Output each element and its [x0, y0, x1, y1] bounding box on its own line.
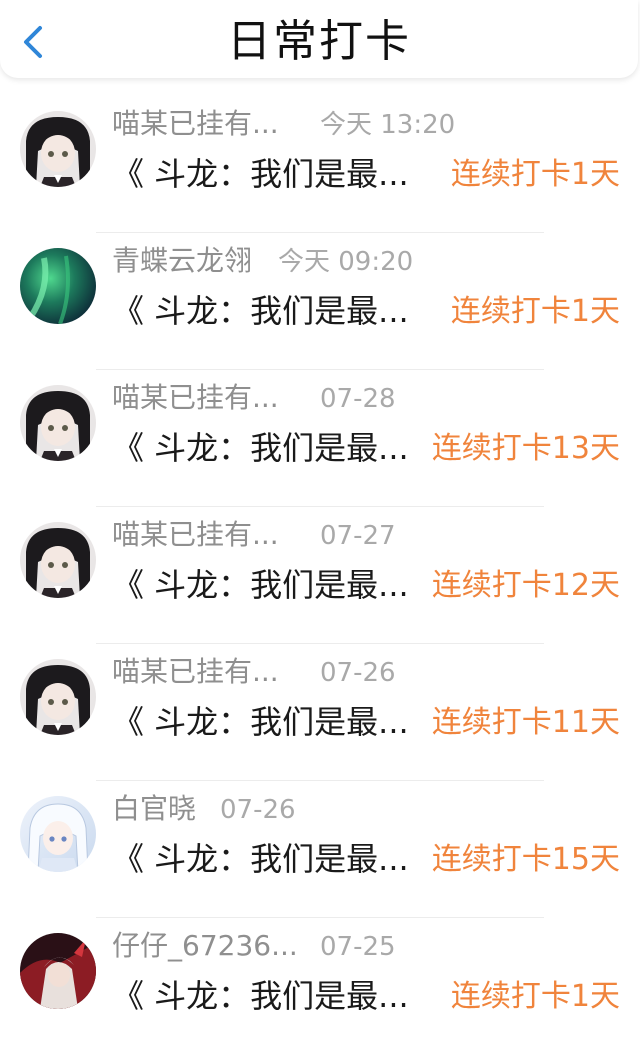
user-name: 喵某已挂有... — [112, 107, 279, 140]
list-item[interactable]: 喵某已挂有... 07-26 《 斗龙：我们是最... 连续打卡11天 — [0, 644, 640, 781]
page-title: 日常打卡 — [227, 16, 411, 67]
checkin-time: 07-28 — [320, 384, 396, 414]
dark-hair-girl-avatar — [20, 659, 96, 735]
book-title: 《 斗龙：我们是最... — [112, 703, 409, 741]
avatar[interactable] — [20, 111, 96, 187]
book-title: 《 斗龙：我们是最... — [112, 566, 409, 604]
user-name: 白官晓 — [112, 792, 197, 825]
dark-hair-girl-avatar — [20, 522, 96, 598]
avatar[interactable] — [20, 522, 96, 598]
list-item[interactable]: 青蝶云龙翎 今天 09:20 《 斗龙：我们是最... 连续打卡1天 — [0, 233, 640, 370]
list-item[interactable]: 仔仔_67236... 07-25 《 斗龙：我们是最... 连续打卡1天 — [0, 918, 640, 1055]
checkin-time: 07-26 — [320, 658, 396, 688]
user-name: 喵某已挂有... — [112, 518, 279, 551]
list-item[interactable]: 白官晓 07-26 《 斗龙：我们是最... 连续打卡15天 — [0, 781, 640, 918]
dark-hair-girl-avatar — [20, 111, 96, 187]
aurora-avatar — [20, 248, 96, 324]
checkin-list: 喵某已挂有... 今天 13:20 《 斗龙：我们是最... 连续打卡1天 青蝶… — [0, 96, 640, 1055]
streak-label: 连续打卡1天 — [450, 294, 620, 329]
streak-label: 连续打卡1天 — [450, 979, 620, 1014]
book-title: 《 斗龙：我们是最... — [112, 977, 409, 1015]
streak-label: 连续打卡11天 — [431, 705, 620, 740]
streak-label: 连续打卡12天 — [431, 568, 620, 603]
red-dark-character-avatar — [20, 933, 96, 1009]
user-name: 喵某已挂有... — [112, 655, 279, 688]
streak-label: 连续打卡1天 — [450, 157, 620, 192]
checkin-time: 今天 09:20 — [278, 247, 414, 277]
streak-label: 连续打卡13天 — [431, 431, 620, 466]
book-title: 《 斗龙：我们是最... — [112, 155, 409, 193]
avatar[interactable] — [20, 659, 96, 735]
top-bar: 日常打卡 — [0, 0, 638, 78]
user-name: 青蝶云龙翎 — [112, 244, 253, 277]
user-name: 仔仔_67236... — [112, 929, 298, 962]
list-item[interactable]: 喵某已挂有... 07-28 《 斗龙：我们是最... 连续打卡13天 — [0, 370, 640, 507]
book-title: 《 斗龙：我们是最... — [112, 429, 409, 467]
white-hair-girl-avatar — [20, 796, 96, 872]
list-item[interactable]: 喵某已挂有... 07-27 《 斗龙：我们是最... 连续打卡12天 — [0, 507, 640, 644]
checkin-time: 今天 13:20 — [320, 110, 456, 140]
list-item[interactable]: 喵某已挂有... 今天 13:20 《 斗龙：我们是最... 连续打卡1天 — [0, 96, 640, 233]
book-title: 《 斗龙：我们是最... — [112, 840, 409, 878]
checkin-time: 07-27 — [320, 521, 396, 551]
avatar[interactable] — [20, 385, 96, 461]
streak-label: 连续打卡15天 — [431, 842, 620, 877]
book-title: 《 斗龙：我们是最... — [112, 292, 409, 330]
dark-hair-girl-avatar — [20, 385, 96, 461]
checkin-time: 07-26 — [220, 795, 296, 825]
avatar[interactable] — [20, 933, 96, 1009]
avatar[interactable] — [20, 248, 96, 324]
user-name: 喵某已挂有... — [112, 381, 279, 414]
avatar[interactable] — [20, 796, 96, 872]
checkin-time: 07-25 — [320, 932, 396, 962]
